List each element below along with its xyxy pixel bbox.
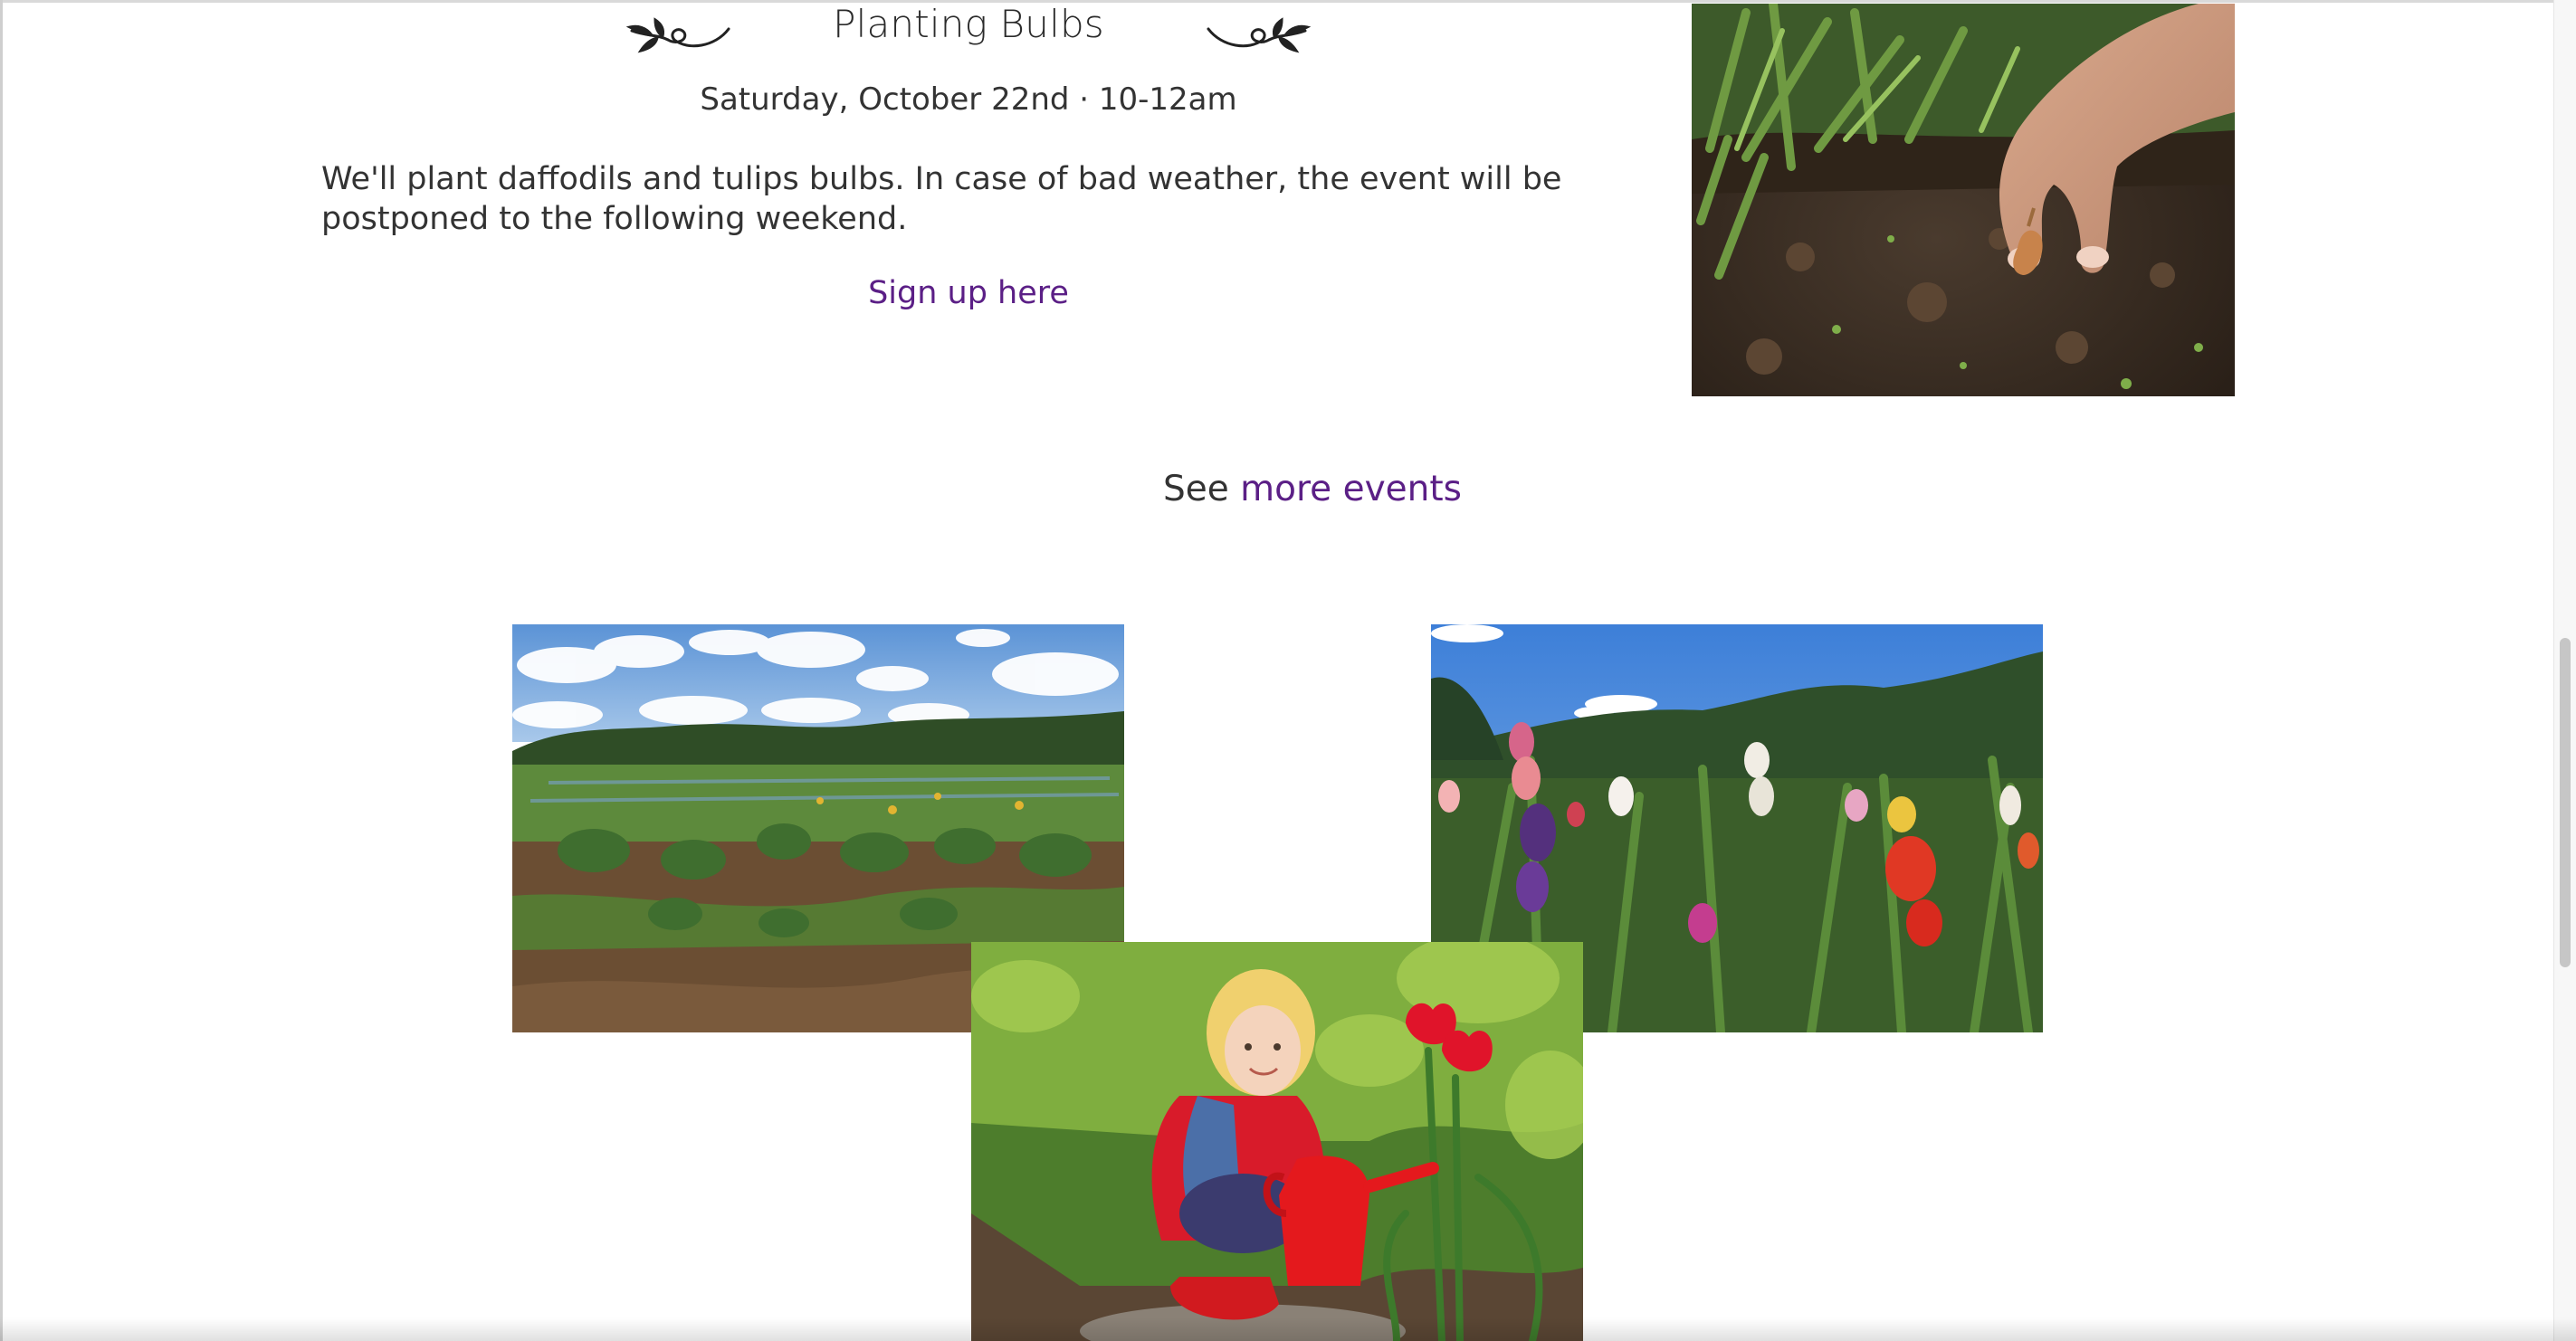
event-title-row: Planting Bulbs	[625, 0, 1312, 56]
leaf-flourish-icon	[625, 17, 730, 53]
more-events-link[interactable]: more events	[1240, 469, 1462, 509]
page-viewport: Planting Bulbs Saturday, October 22nd · …	[0, 0, 2576, 1341]
bottom-edge-shadow	[0, 1317, 2576, 1341]
event-description: We'll plant daffodils and tulips bulbs. …	[321, 161, 1562, 237]
scrollbar-thumb[interactable]	[2560, 638, 2571, 967]
sign-up-link[interactable]: Sign up here	[321, 275, 1616, 311]
child-watering-tulips-photo	[971, 942, 1583, 1341]
event-date: Saturday, October 22nd · 10-12am	[700, 81, 1237, 118]
leaf-flourish-icon	[1207, 17, 1312, 53]
page-scrollbar[interactable]	[2553, 0, 2576, 1341]
more-events-line: See more events	[996, 469, 1629, 509]
event-title: Planting Bulbs	[833, 2, 1104, 46]
window-left-border	[0, 0, 3, 1341]
more-events-prefix: See	[1163, 469, 1241, 509]
hand-planting-bulb-photo	[1692, 4, 2235, 396]
